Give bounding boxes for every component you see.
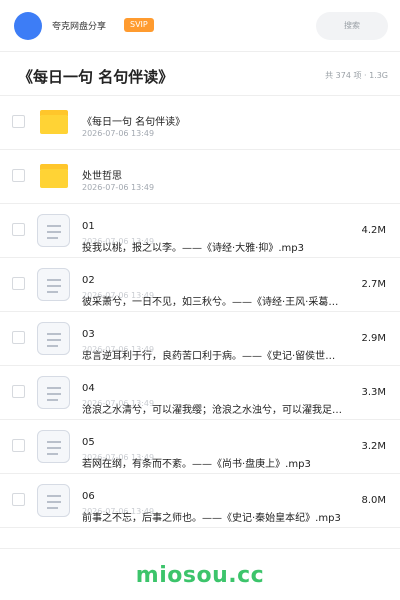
file-count-meta: 共 374 项 · 1.3G (325, 71, 388, 80)
row-checkbox[interactable] (12, 439, 25, 452)
list-item[interactable]: 03 2026-07-06 13:49 忠言逆耳利于行，良药苦口利于病。——《史… (0, 312, 400, 366)
row-checkbox[interactable] (12, 223, 25, 236)
item-size: 2.9M (361, 333, 386, 344)
svip-badge: SVIP (124, 18, 154, 32)
item-description: 忠言逆耳利于行，良药苦口利于病。——《史记·留侯世家》.mp3 (82, 351, 344, 362)
item-description: 沧浪之水清兮，可以濯我缨；沧浪之水浊兮，可以濯我足。.mp3 (82, 405, 344, 416)
top-bar: 夸克网盘分享 SVIP 搜索 (0, 0, 400, 52)
list-item[interactable]: 04 2026-07-06 13:49 沧浪之水清兮，可以濯我缨；沧浪之水浊兮，… (0, 366, 400, 420)
document-icon (37, 214, 70, 247)
item-name: 01 (82, 221, 95, 232)
row-checkbox[interactable] (12, 331, 25, 344)
row-checkbox[interactable] (12, 169, 25, 182)
item-size: 3.3M (361, 387, 386, 398)
item-name: 03 (82, 329, 95, 340)
list-item[interactable]: 《每日一句 名句伴读》 2026-07-06 13:49 (0, 96, 400, 150)
row-checkbox[interactable] (12, 385, 25, 398)
list-item[interactable]: 处世哲思 2026-07-06 13:49 (0, 150, 400, 204)
item-name: 02 (82, 275, 95, 286)
list-item[interactable]: 01 2026-07-06 13:49 投我以桃，报之以李。——《诗经·大雅·抑… (0, 204, 400, 258)
item-name: 处世哲思 (82, 171, 122, 182)
document-icon (37, 430, 70, 463)
document-icon (37, 322, 70, 355)
file-list: 《每日一句 名句伴读》 2026-07-06 13:49 处世哲思 2026-0… (0, 96, 400, 528)
list-item[interactable]: 02 2026-07-06 13:49 彼采萧兮，一日不见，如三秋兮。——《诗经… (0, 258, 400, 312)
search-input[interactable]: 搜索 (316, 12, 388, 40)
document-icon (37, 268, 70, 301)
item-name: 06 (82, 491, 95, 502)
item-name: 04 (82, 383, 95, 394)
item-date: 2026-07-06 13:49 (82, 129, 155, 138)
watermark: miosou.cc (135, 563, 265, 588)
row-checkbox[interactable] (12, 115, 25, 128)
item-size: 4.2M (361, 225, 386, 236)
item-size: 2.7M (361, 279, 386, 290)
item-description: 前事之不忘，后事之师也。——《史记·秦始皇本纪》.mp3 (82, 513, 341, 524)
item-date: 2026-07-06 13:49 (82, 183, 155, 192)
item-name: 《每日一句 名句伴读》 (82, 117, 186, 128)
row-checkbox[interactable] (12, 277, 25, 290)
item-size: 3.2M (361, 441, 386, 452)
folder-icon (40, 110, 68, 134)
avatar[interactable] (14, 12, 42, 40)
item-description: 若网在纲，有条而不紊。——《尚书·盘庚上》.mp3 (82, 459, 311, 470)
footer-divider (0, 548, 400, 549)
item-size: 8.0M (361, 495, 386, 506)
row-checkbox[interactable] (12, 493, 25, 506)
user-name[interactable]: 夸克网盘分享 (52, 19, 106, 32)
title-bar: 《每日一句 名句伴读》 共 374 项 · 1.3G (0, 52, 400, 96)
list-item[interactable]: 05 2026-07-06 13:49 若网在纲，有条而不紊。——《尚书·盘庚上… (0, 420, 400, 474)
item-description: 投我以桃，报之以李。——《诗经·大雅·抑》.mp3 (82, 243, 304, 254)
list-item[interactable]: 06 2026-07-06 13:49 前事之不忘，后事之师也。——《史记·秦始… (0, 474, 400, 528)
folder-icon (40, 164, 68, 188)
item-description: 彼采萧兮，一日不见，如三秋兮。——《诗经·王风·采葛》.mp3 (82, 297, 344, 308)
item-name: 05 (82, 437, 95, 448)
page-title: 《每日一句 名句伴读》 (18, 68, 174, 86)
document-icon (37, 484, 70, 517)
document-icon (37, 376, 70, 409)
